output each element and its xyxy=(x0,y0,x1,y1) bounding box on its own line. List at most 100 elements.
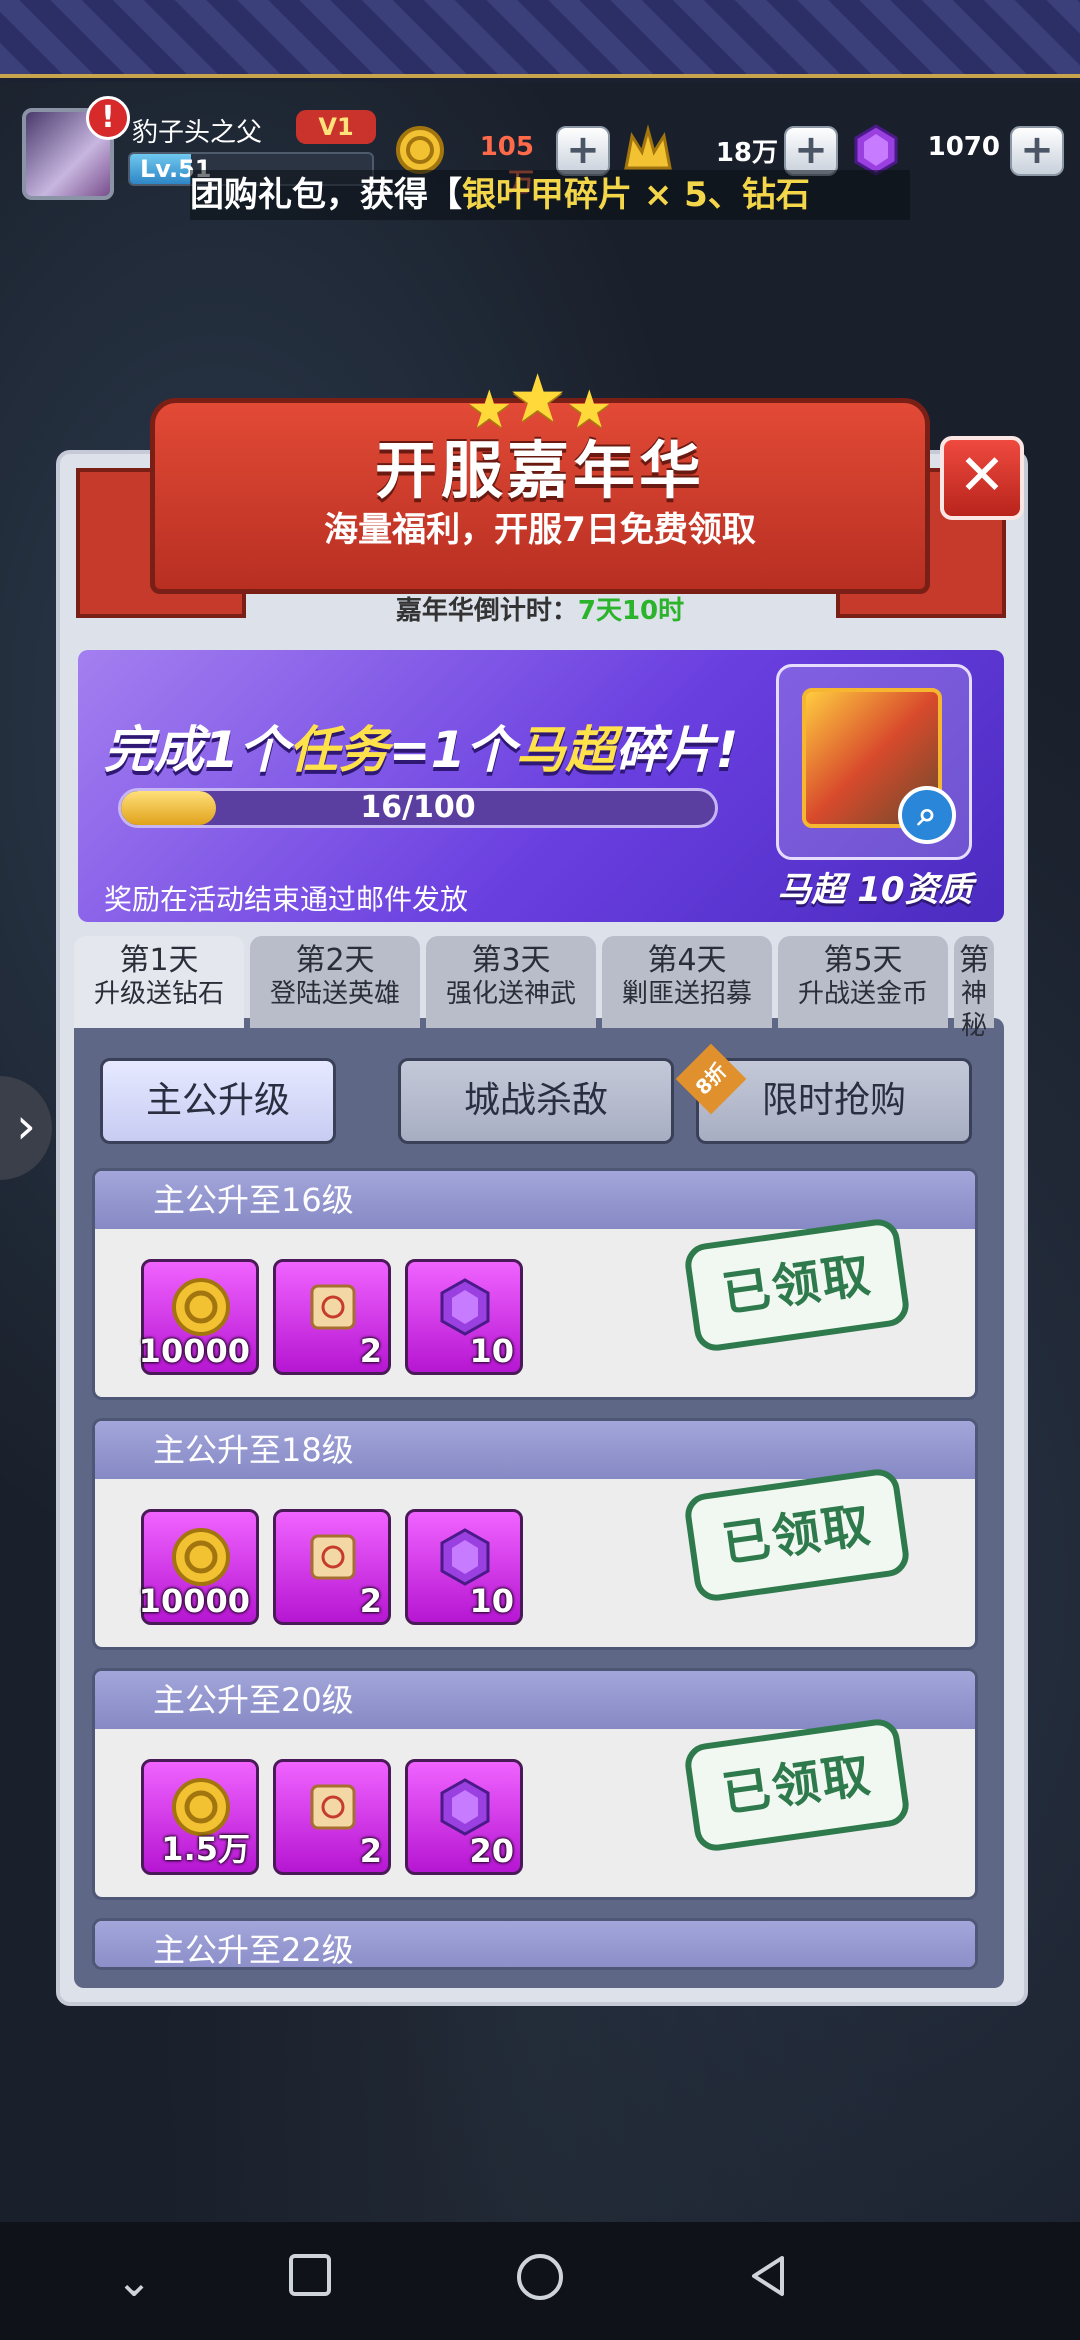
nav-back-icon[interactable] xyxy=(738,2252,798,2312)
promo-title-hero: 马超 xyxy=(515,721,616,779)
reward-title: 主公升至16级 xyxy=(95,1171,975,1229)
purple-gem-icon xyxy=(440,1778,490,1836)
reward-item[interactable]: 2 xyxy=(273,1509,391,1625)
add-gold-button[interactable]: + xyxy=(556,126,610,176)
reward-item-count: 10 xyxy=(469,1582,514,1620)
marquee-text: 团购礼包，获得【 xyxy=(190,175,462,215)
day-label: 第1天 xyxy=(119,943,199,978)
alert-badge-icon: ! xyxy=(86,96,130,140)
reward-item-count: 10 xyxy=(469,1332,514,1370)
reward-item[interactable]: 10 xyxy=(405,1259,523,1375)
reward-title: 主公升至18级 xyxy=(95,1421,975,1479)
reward-item[interactable]: 10000 xyxy=(138,1259,259,1375)
tab-day-4[interactable]: 第4天 剿匪送招募 xyxy=(602,936,772,1028)
promo-title: 完成1个任务=1个马超碎片! xyxy=(104,710,738,782)
day-desc: 登陆送英雄 xyxy=(269,979,400,1009)
reward-card: 主公升至22级 xyxy=(92,1918,978,1970)
tab-label: 城战杀敌 xyxy=(463,1080,608,1121)
top-pattern-strip xyxy=(0,0,1080,78)
reward-item[interactable]: 2 xyxy=(273,1759,391,1875)
purple-gem-icon xyxy=(440,1278,490,1336)
reward-item-count: 10000 xyxy=(138,1332,250,1370)
add-stamina-button[interactable]: + xyxy=(784,126,838,176)
reward-card: 主公升至16级 10000 2 10 已领取 xyxy=(92,1168,978,1400)
reward-item-count: 20 xyxy=(469,1832,514,1870)
reward-title: 主公升至22级 xyxy=(95,1921,975,1967)
reward-item-count: 2 xyxy=(359,1332,382,1370)
day-desc: 升战送金币 xyxy=(797,979,928,1009)
tab-lord-upgrade[interactable]: 主公升级 xyxy=(100,1058,336,1144)
purple-gem-icon xyxy=(854,124,898,176)
countdown-label: 嘉年华倒计时： xyxy=(395,596,578,626)
tab-day-1[interactable]: 第1天 升级送钻石 xyxy=(74,936,244,1028)
nav-down-icon[interactable]: ⌄ xyxy=(104,2252,164,2312)
day-label: 第4天 xyxy=(647,943,727,978)
gold-coin-icon xyxy=(172,1278,230,1336)
day-desc: 强化送神武 xyxy=(445,979,576,1009)
stamina-value: 18万 xyxy=(715,138,778,168)
tab-day-2[interactable]: 第2天 登陆送英雄 xyxy=(250,936,420,1028)
top-hud: ! 豹子头之父 V1 Lv.51 105万 + 18万 + 1070 + 团购礼… xyxy=(0,86,1080,226)
tab-label: 限时抢购 xyxy=(761,1080,906,1121)
recruit-scroll-icon xyxy=(310,1784,356,1830)
add-gems-button[interactable]: + xyxy=(1010,126,1064,176)
purple-gem-icon xyxy=(440,1528,490,1586)
countdown-value: 7天10时 xyxy=(577,596,685,626)
reward-item[interactable]: 2 xyxy=(273,1259,391,1375)
tab-day-3[interactable]: 第3天 强化送神武 xyxy=(426,936,596,1028)
stamina-crown-icon xyxy=(624,124,672,170)
nav-home-icon[interactable] xyxy=(510,2252,570,2312)
reward-card: 主公升至20级 1.5万 2 20 已领取 xyxy=(92,1668,978,1900)
reward-item[interactable]: 10 xyxy=(405,1509,523,1625)
nav-recents-icon[interactable] xyxy=(280,2252,340,2312)
day-label: 第3天 xyxy=(471,943,551,978)
promo-progress-text: 16/100 xyxy=(360,790,476,825)
player-name: 豹子头之父 xyxy=(132,118,263,148)
claimed-stamp: 已领取 xyxy=(682,1216,912,1354)
reward-item[interactable]: 20 xyxy=(405,1759,523,1875)
promo-title-task: 任务 xyxy=(288,721,389,779)
gem-resource: 1070 + xyxy=(850,124,1080,176)
reward-item[interactable]: 10000 xyxy=(138,1509,259,1625)
system-nav-bar: ⌄ xyxy=(0,2222,1080,2340)
recruit-scroll-icon xyxy=(310,1534,356,1580)
reward-item-count: 1.5万 xyxy=(161,1830,250,1868)
gold-coin-icon xyxy=(396,126,444,174)
claimed-stamp: 已领取 xyxy=(682,1716,912,1854)
reward-title: 主公升至20级 xyxy=(95,1671,975,1729)
event-subtitle: 海量福利，开服7日免费领取 xyxy=(324,510,756,550)
day-label: 第2天 xyxy=(295,943,375,978)
gem-value: 1070 xyxy=(927,132,1000,162)
claimed-stamp: 已领取 xyxy=(682,1466,912,1604)
promo-note: 奖励在活动结束通过邮件发放 xyxy=(104,883,469,916)
promo-title-part: 完成1个 xyxy=(104,721,289,779)
magnifier-icon[interactable]: ⌕ xyxy=(898,786,956,844)
marquee-highlight: 银叶甲碎片 × 5、钻石 xyxy=(462,175,810,215)
reward-item-count: 2 xyxy=(359,1582,382,1620)
tab-day-6[interactable]: 第神秘 xyxy=(954,936,994,1041)
day-label: 第5天 xyxy=(823,943,903,978)
vip-level: 1 xyxy=(336,113,354,141)
day-desc: 神秘 xyxy=(960,979,987,1041)
reward-item[interactable]: 1.5万 xyxy=(141,1759,259,1875)
recruit-scroll-icon xyxy=(310,1284,356,1330)
promo-progress-bar: 16/100 xyxy=(118,788,718,828)
reward-item-count: 2 xyxy=(359,1832,382,1870)
event-countdown: 嘉年华倒计时：7天10时 xyxy=(150,590,930,627)
day-label: 第 xyxy=(959,943,989,978)
vip-badge: V1 xyxy=(296,110,376,144)
close-button[interactable]: ✕ xyxy=(940,436,1024,520)
day-desc: 升级送钻石 xyxy=(93,979,224,1009)
gold-coin-icon xyxy=(172,1528,230,1586)
tab-day-5[interactable]: 第5天 升战送金币 xyxy=(778,936,948,1028)
hero-label: 马超 10资质 xyxy=(777,870,973,910)
broadcast-marquee: 团购礼包，获得【银叶甲碎片 × 5、钻石 xyxy=(190,170,910,220)
tab-city-battle[interactable]: 城战杀敌 xyxy=(398,1058,674,1144)
promo-title-part: =1个 xyxy=(388,721,516,779)
promo-title-part: 碎片! xyxy=(615,721,739,779)
reward-card: 主公升至18级 10000 2 10 已领取 xyxy=(92,1418,978,1650)
reward-item-count: 10000 xyxy=(138,1582,250,1620)
day-desc: 剿匪送招募 xyxy=(621,979,752,1009)
event-title: 开服嘉年华 xyxy=(374,434,705,507)
tab-label: 主公升级 xyxy=(145,1080,290,1121)
